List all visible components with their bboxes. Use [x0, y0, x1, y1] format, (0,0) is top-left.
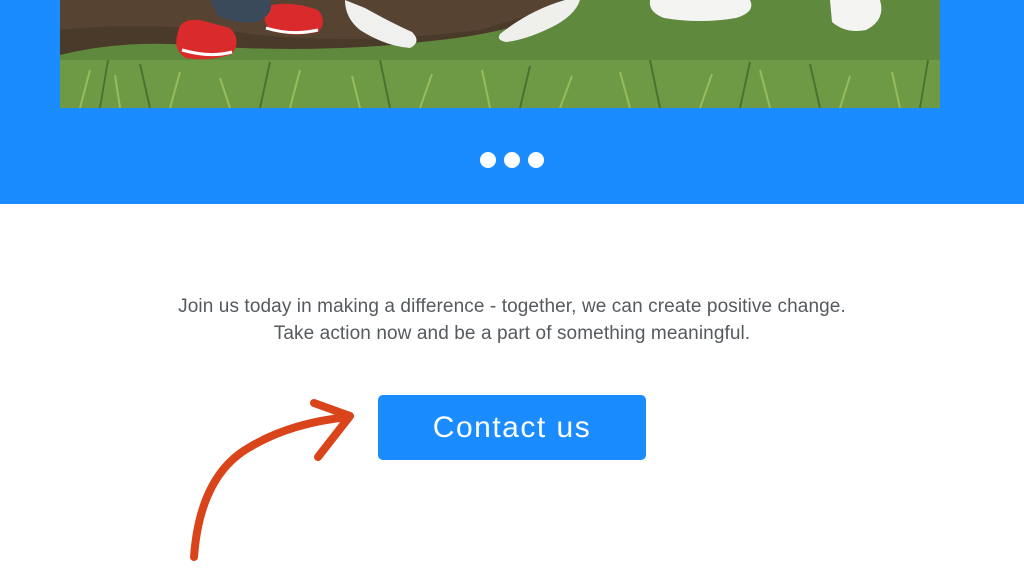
carousel-dots: [0, 152, 1024, 168]
cta-tagline: Join us today in making a difference - t…: [0, 293, 1024, 347]
carousel-dot-3[interactable]: [528, 152, 544, 168]
carousel-dot-2[interactable]: [504, 152, 520, 168]
tagline-line-2: Take action now and be a part of somethi…: [273, 323, 751, 344]
carousel-dot-1[interactable]: [480, 152, 496, 168]
curved-arrow-icon: [190, 399, 354, 561]
volunteers-planting-photo: [60, 0, 940, 108]
hero-section: [0, 0, 1024, 204]
tagline-line-1: Join us today in making a difference - t…: [178, 296, 846, 317]
contact-us-button[interactable]: Contact us: [378, 395, 646, 460]
